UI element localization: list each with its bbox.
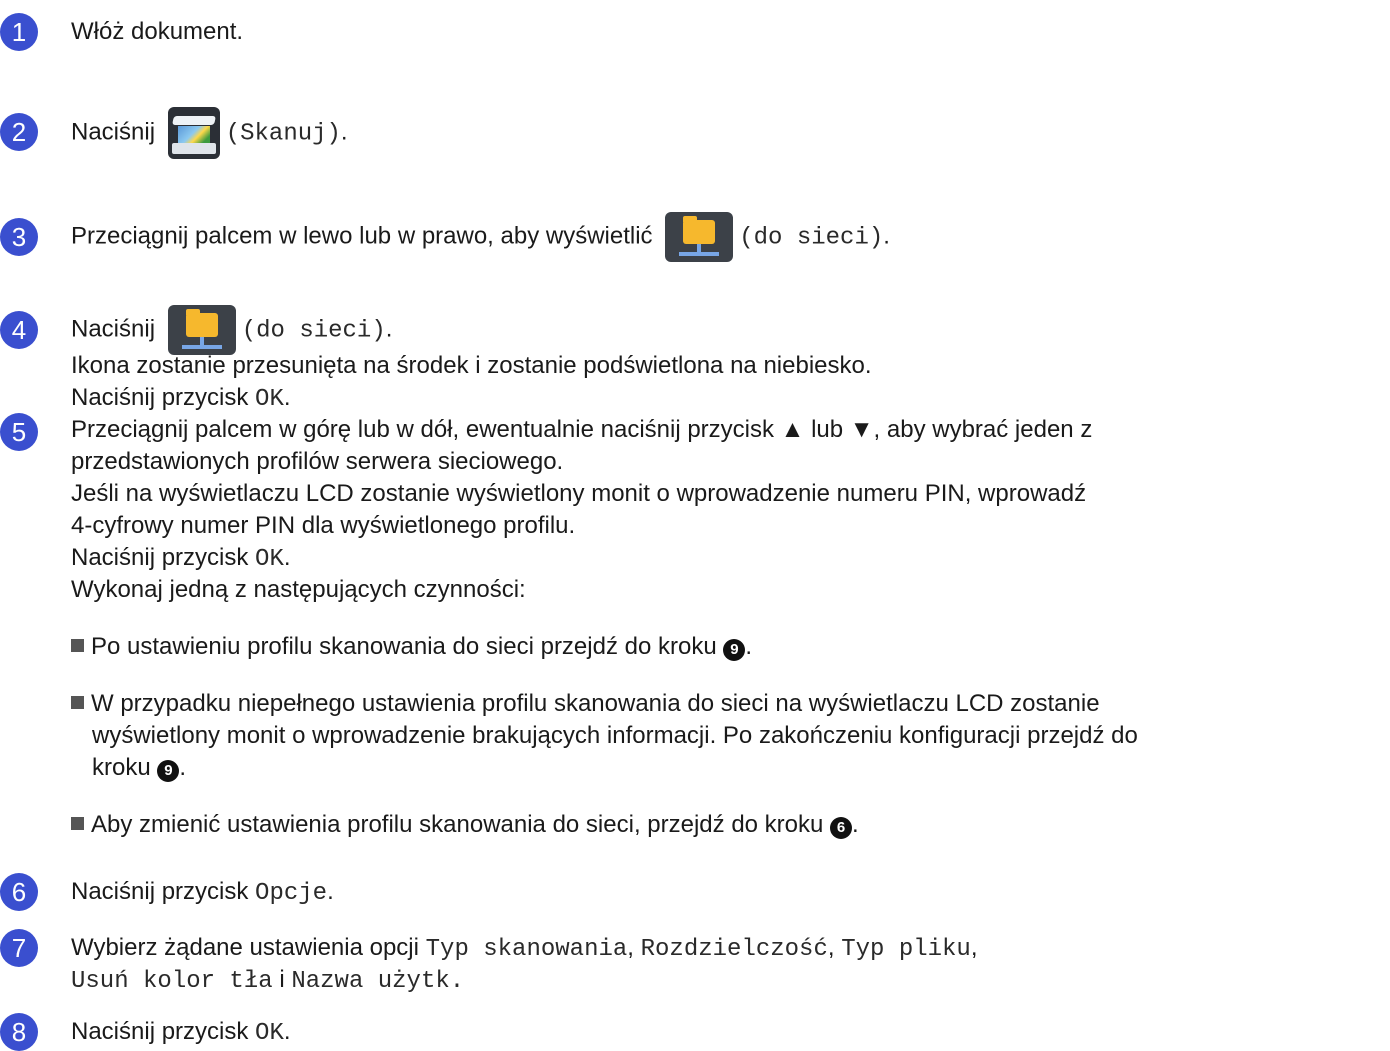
step-text: Ikona zostanie przesunięta na środek i z… (71, 352, 872, 379)
button-name: (do sieci) (739, 224, 884, 252)
option-name: Usuń kolor tła (71, 968, 273, 995)
step-text: Wykonaj jedną z następujących czynności: (71, 576, 526, 603)
step-text: Przeciągnij palcem w górę lub w dół, ewe… (71, 416, 1093, 443)
step-number-badge: 4 (0, 311, 38, 349)
step-number-badge: 2 (0, 113, 38, 151)
step-text: Przeciągnij palcem w lewo lub w prawo, a… (71, 222, 653, 250)
option-name: Typ pliku (841, 936, 971, 963)
button-name: Opcje (255, 880, 328, 907)
step-number-badge: 6 (0, 873, 38, 911)
step-number-badge: 1 (0, 13, 38, 51)
button-name: OK (255, 546, 284, 573)
step-text: Włóż dokument. (71, 18, 244, 45)
scanner-icon (167, 107, 220, 159)
button-name: (Skanuj) (225, 120, 341, 148)
bullet-icon (71, 817, 84, 830)
bullet-icon (71, 696, 84, 709)
network-folder-icon (167, 305, 236, 355)
step-number-badge: 5 (0, 413, 38, 451)
button-name: OK (255, 1020, 284, 1047)
list-item: Po ustawieniu profilu skanowania do siec… (71, 632, 752, 662)
step-reference-9: 9 (723, 639, 746, 661)
step-text: Naciśnij (71, 118, 156, 146)
step-text: 4-cyfrowy numer PIN dla wyświetlonego pr… (71, 512, 576, 539)
button-name: OK (255, 386, 284, 413)
step-number-badge: 3 (0, 218, 38, 256)
step-reference-6: 6 (830, 817, 853, 839)
option-name: Typ skanowania (425, 936, 628, 963)
step-text: przedstawionych profilów serwera sieciow… (71, 448, 564, 475)
step-text: Jeśli na wyświetlaczu LCD zostanie wyświ… (71, 480, 1087, 507)
network-folder-icon (665, 212, 734, 262)
step-reference-9: 9 (157, 760, 180, 782)
step-number-badge: 7 (0, 929, 38, 967)
step-text: Naciśnij (71, 315, 156, 343)
step-number-badge: 8 (0, 1013, 38, 1051)
button-name: (do sieci) (241, 317, 386, 345)
list-item: Aby zmienić ustawienia profilu skanowani… (71, 810, 859, 840)
list-item: W przypadku niepełnego ustawienia profil… (71, 689, 1100, 719)
option-name: Rozdzielczość (640, 936, 828, 963)
bullet-icon (71, 639, 84, 652)
option-name: Nazwa użytk (291, 968, 450, 995)
